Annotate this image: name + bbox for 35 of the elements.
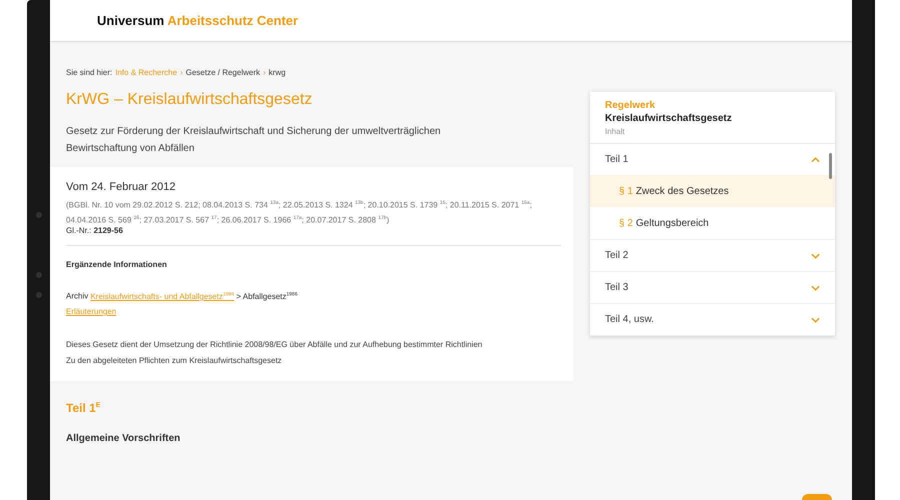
camera-icon (36, 212, 42, 218)
page-title: KrWG – Kreislaufwirtschaftsgesetz (66, 91, 314, 109)
sensor-icon (36, 292, 42, 298)
section-title: Teil 1$^{E}$ (66, 400, 102, 415)
info-paragraph: Zu den abgeleiteten Pflichten zum Kreislaufwirtschaftsgesetz (66, 354, 283, 367)
toc-part-item[interactable]: Teil 2 (590, 240, 835, 271)
sensor-icon (36, 272, 42, 278)
toc-part-item[interactable]: Teil 3 (590, 272, 835, 303)
law-date: Vom 24. Februar 2012 (66, 181, 176, 193)
site-logo[interactable]: Universum Arbeitsschutz Center (97, 13, 298, 28)
breadcrumb-item: krwg (268, 68, 286, 77)
info-heading: Ergänzende Informationen (66, 260, 168, 270)
scrollbar[interactable] (829, 153, 832, 179)
floating-action-button[interactable] (802, 494, 832, 500)
gazette-references: (BGBl. Nr. 10 vom 29.02.2012 S. 212; 08.04.2013 S. 734 $^{13a}$; 22.05.2013 S. 1324 $^{13b}$; 20.10.2015 S. 1739 $^{15}$; 20.11.2015 S. 2071 $^{15a}$; 04.04.2016 S. 569 $^{16}$; 27.03.2017 S. 567 $^{17}$; 26.06.2017 S. 1966 $^{17a}$; 20.07.2017 S. 2808 $^{17b}$) (66, 199, 533, 226)
chevron-icon (811, 316, 820, 322)
toc-part-item[interactable]: Teil 1 (590, 144, 835, 175)
breadcrumb-separator: › (180, 68, 183, 77)
toc-section-item[interactable]: § 2 Geltungsbereich (590, 207, 835, 239)
gl-number: Gl.-Nr.: 2129-56 (66, 226, 124, 236)
section-subtitle: Allgemeine Vorschriften (66, 432, 182, 444)
breadcrumb-label: Sie sind hier: (66, 68, 112, 77)
chevron-icon (811, 284, 820, 290)
chevron-icon (811, 252, 820, 258)
breadcrumb-separator: › (263, 68, 266, 77)
info-paragraph: Dieses Gesetz dient der Umsetzung der Richtlinie 2008/98/EG über Abfälle und zur Aufhebung bestimmter Richtlinien (66, 338, 484, 351)
breadcrumb-item: Gesetze / Regelwerk (186, 68, 260, 77)
page-subtitle: Gesetz zur Förderung der Kreislaufwirtschaft und Sicherung der umweltverträglichen Bewirtschaftung von Abfällen (66, 125, 442, 156)
toc-kicker: Regelwerk (605, 100, 656, 111)
archive-line: Archiv Kreislaufwirtschafts- und Abfallgesetz$^{1994}$ > Abfallgesetz$^{1986}$ (66, 291, 298, 301)
toc-caption: Inhalt (605, 127, 626, 136)
toc-section-item[interactable]: § 1 Zweck des Gesetzes (590, 175, 835, 207)
toc-title: Kreislaufwirtschaftsgesetz (605, 113, 733, 124)
chevron-icon (811, 156, 820, 162)
toc-part-item[interactable]: Teil 4, usw. (590, 304, 835, 335)
